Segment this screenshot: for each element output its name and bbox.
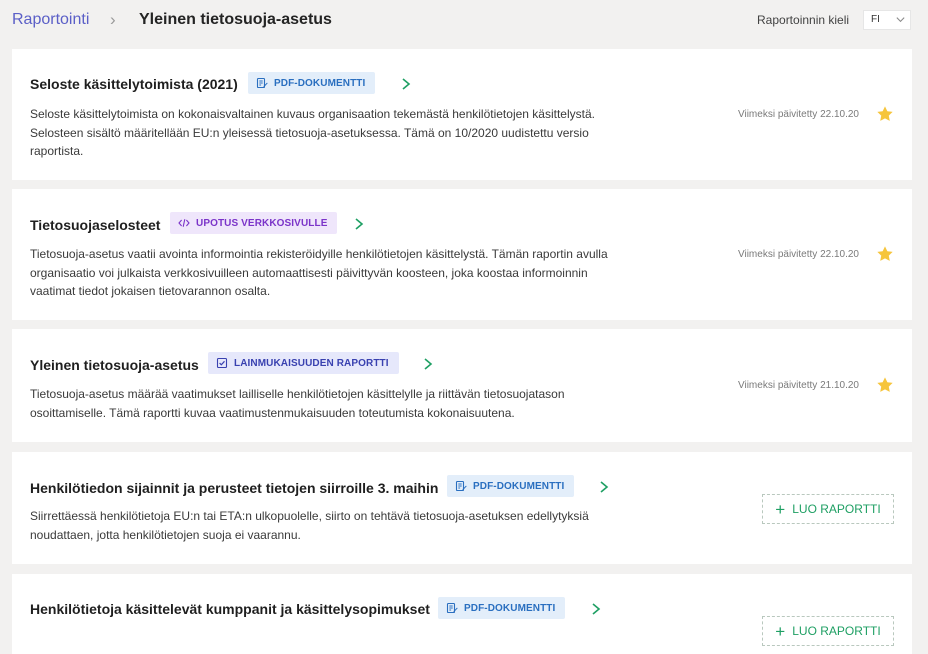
last-updated: Viimeksi päivitetty 22.10.20 [738, 249, 859, 260]
plus-icon: + [775, 621, 786, 641]
report-card: Henkilötiedon sijainnit ja perusteet tie… [12, 452, 912, 564]
star-icon[interactable] [876, 245, 894, 263]
chevron-right-icon[interactable] [590, 602, 602, 616]
report-description: Tietosuoja-asetus vaatii avointa informo… [30, 247, 608, 298]
language-value: FI [871, 14, 880, 25]
report-type-label: PDF-DOKUMENTTI [274, 77, 366, 89]
create-report-button[interactable]: + LUO RAPORTTI [762, 616, 894, 646]
create-report-label: LUO RAPORTTI [792, 502, 881, 516]
report-card: Seloste käsittelytoimista (2021) PDF-DOK… [12, 49, 912, 180]
last-updated: Viimeksi päivitetty 22.10.20 [738, 109, 859, 120]
report-card: Yleinen tietosuoja-asetus LAINMUKAISUUDE… [12, 329, 912, 442]
report-type-label: LAINMUKAISUUDEN RAPORTTI [234, 357, 389, 369]
report-type-tag: PDF-DOKUMENTTI [447, 475, 575, 497]
report-type-label: PDF-DOKUMENTTI [473, 480, 565, 492]
report-type-label: UPOTUS VERKKOSIVULLE [196, 217, 328, 229]
language-select[interactable]: FI [863, 10, 911, 30]
language-label: Raportoinnin kieli [757, 13, 850, 27]
report-title[interactable]: Henkilötiedon sijainnit ja perusteet tie… [30, 480, 438, 496]
create-report-label: LUO RAPORTTI [792, 624, 881, 638]
last-updated: Viimeksi päivitetty 21.10.20 [738, 380, 859, 391]
top-bar: Raportointi › Yleinen tietosuoja-asetus … [0, 0, 928, 42]
code-icon [178, 219, 190, 227]
create-report-button[interactable]: + LUO RAPORTTI [762, 494, 894, 524]
report-card: Henkilötietoja käsittelevät kumppanit ja… [12, 574, 912, 654]
checkbox-icon [216, 357, 228, 369]
report-type-tag: PDF-DOKUMENTTI [248, 72, 376, 94]
document-edit-icon [446, 602, 458, 614]
report-type-tag: PDF-DOKUMENTTI [438, 597, 566, 619]
report-type-label: PDF-DOKUMENTTI [464, 602, 556, 614]
report-type-tag: UPOTUS VERKKOSIVULLE [170, 212, 338, 234]
chevron-right-icon[interactable] [598, 480, 610, 494]
document-edit-icon [256, 77, 268, 89]
report-description: Tietosuoja-asetus määrää vaatimukset lai… [30, 387, 565, 420]
chevron-right-icon[interactable] [353, 217, 365, 231]
report-title[interactable]: Henkilötietoja käsittelevät kumppanit ja… [30, 601, 430, 617]
document-edit-icon [455, 480, 467, 492]
report-card: Tietosuojaselosteet UPOTUS VERKKOSIVULLE… [12, 189, 912, 320]
report-description: Seloste käsittelytoimista on kokonaisval… [30, 107, 595, 158]
star-icon[interactable] [876, 105, 894, 123]
page-title: Yleinen tietosuoja-asetus [139, 11, 332, 28]
chevron-right-icon[interactable] [400, 77, 412, 91]
plus-icon: + [775, 499, 786, 519]
chevron-right-icon[interactable] [422, 357, 434, 371]
breadcrumb-root-link[interactable]: Raportointi [12, 11, 89, 29]
report-title[interactable]: Tietosuojaselosteet [30, 217, 160, 233]
star-icon[interactable] [876, 376, 894, 394]
report-type-tag: LAINMUKAISUUDEN RAPORTTI [208, 352, 399, 374]
report-description: Siirrettäessä henkilötietoja EU:n tai ET… [30, 509, 589, 542]
report-title[interactable]: Seloste käsittelytoimista (2021) [30, 76, 238, 92]
breadcrumb-separator: › [110, 10, 116, 29]
report-title[interactable]: Yleinen tietosuoja-asetus [30, 357, 199, 373]
chevron-down-icon [896, 17, 905, 23]
